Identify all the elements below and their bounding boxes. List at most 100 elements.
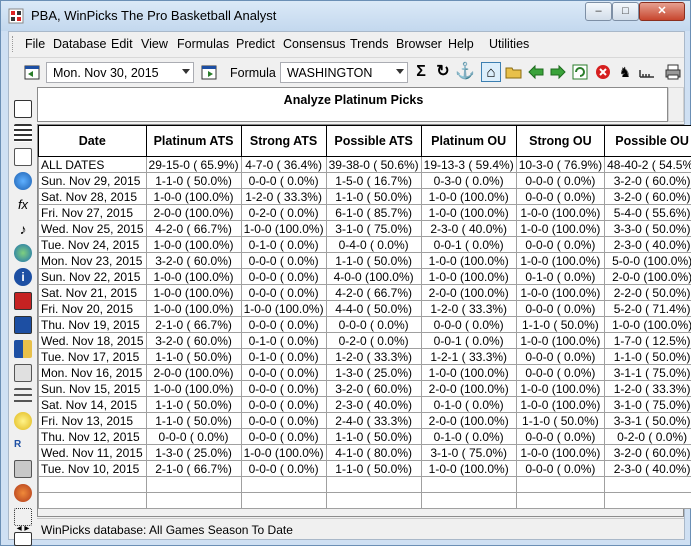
- menu-utilities[interactable]: Utilities: [489, 37, 529, 51]
- table-row[interactable]: Fri. Nov 13, 2015 1-1-0 ( 50.0%) 0-0-0 ( 0…: [38, 412, 691, 429]
- notes-icon[interactable]: [14, 148, 32, 166]
- menu-edit[interactable]: Edit: [111, 37, 133, 51]
- bars-icon[interactable]: [14, 388, 32, 406]
- chevron-down-icon[interactable]: [182, 69, 190, 74]
- status-nav-arrows[interactable]: ◂ ▸: [9, 520, 37, 538]
- table-row[interactable]: Sat. Nov 28, 2015 1-0-0 (100.0%) 1-2-0 ( 3…: [38, 188, 691, 205]
- world-icon[interactable]: [14, 244, 32, 262]
- printer-icon[interactable]: [663, 62, 683, 82]
- table-row[interactable]: Tue. Nov 24, 2015 1-0-0 (100.0%) 0-1-0 ( 0…: [38, 236, 691, 253]
- table-row[interactable]: Mon. Nov 16, 2015 2-0-0 (100.0%) 0-0-0 ( 0…: [38, 364, 691, 381]
- stat-cell: 0-1-0 ( 0.0%): [420, 428, 517, 445]
- open-folder-icon[interactable]: [504, 62, 524, 82]
- stat-cell: 1-0-0 (100.0%): [515, 252, 606, 269]
- recalc-icon[interactable]: [570, 62, 590, 82]
- arrow-right-icon[interactable]: [548, 62, 568, 82]
- column-header[interactable]: Platinum OU: [420, 125, 517, 157]
- page-title: Analyze Platinum Picks: [283, 93, 424, 107]
- formula-combo[interactable]: WASHINGTON: [280, 62, 408, 83]
- table-row[interactable]: Sun. Nov 29, 2015 1-1-0 ( 50.0%) 0-0-0 ( 0…: [38, 172, 691, 189]
- table-row[interactable]: Wed. Nov 11, 2015 1-3-0 ( 25.0%) 1-0-0 (10…: [38, 444, 691, 461]
- ruler-icon[interactable]: [637, 62, 657, 82]
- table-row[interactable]: Sat. Nov 14, 2015 1-1-0 ( 50.0%) 0-0-0 ( 0…: [38, 396, 691, 413]
- globe-icon[interactable]: [14, 172, 32, 190]
- menu-database[interactable]: Database: [53, 37, 107, 51]
- menu-grip[interactable]: [12, 36, 15, 52]
- table-row[interactable]: ALL DATES 29-15-0 ( 65.9%) 4-7-0 ( 36.4%) 3…: [38, 156, 691, 173]
- table-row[interactable]: Sun. Nov 15, 2015 1-0-0 (100.0%) 0-0-0 ( 0…: [38, 380, 691, 397]
- anchor-icon[interactable]: ⚓: [455, 62, 475, 82]
- menu-formulas[interactable]: Formulas: [177, 37, 229, 51]
- tools-icon[interactable]: [14, 460, 32, 478]
- basketball-icon[interactable]: [14, 484, 32, 502]
- menu-trends[interactable]: Trends: [350, 37, 388, 51]
- calendar-forward-icon[interactable]: [199, 62, 219, 82]
- table-row[interactable]: Wed. Nov 18, 2015 3-2-0 ( 60.0%) 0-1-0 ( 0…: [38, 332, 691, 349]
- function-icon[interactable]: fx: [14, 196, 32, 214]
- stop-icon[interactable]: [593, 62, 613, 82]
- stat-cell: 0-0-1 ( 0.0%): [420, 332, 517, 349]
- wizard-icon[interactable]: ♞: [615, 62, 635, 82]
- minimize-button[interactable]: –: [585, 2, 612, 21]
- header-scrollbar[interactable]: [668, 87, 684, 122]
- table-row[interactable]: Thu. Nov 19, 2015 2-1-0 ( 66.7%) 0-0-0 ( 0…: [38, 316, 691, 333]
- table-row[interactable]: Fri. Nov 27, 2015 2-0-0 (100.0%) 0-2-0 ( 0…: [38, 204, 691, 221]
- stat-cell: 3-2-0 ( 60.0%): [145, 252, 242, 269]
- arrow-left-icon[interactable]: [526, 62, 546, 82]
- menu-consensus[interactable]: Consensus: [283, 37, 346, 51]
- filter-icon[interactable]: [14, 364, 32, 382]
- chart-icon[interactable]: [14, 340, 32, 358]
- stat-cell: 0-0-0 ( 0.0%): [240, 364, 327, 381]
- title-bar[interactable]: PBA, WinPicks The Pro Basketball Analyst…: [1, 1, 690, 31]
- menu-browser[interactable]: Browser: [396, 37, 442, 51]
- menu-view[interactable]: View: [141, 37, 168, 51]
- table-row[interactable]: Thu. Nov 12, 2015 0-0-0 ( 0.0%) 0-0-0 ( 0.…: [38, 428, 691, 445]
- music-icon[interactable]: ♪: [14, 220, 32, 238]
- stat-cell: 3-1-0 ( 75.0%): [604, 396, 691, 413]
- table-row[interactable]: Sat. Nov 21, 2015 1-0-0 (100.0%) 0-0-0 ( 0…: [38, 284, 691, 301]
- chevron-down-icon[interactable]: [396, 69, 404, 74]
- column-header[interactable]: Strong OU: [515, 125, 606, 157]
- close-button[interactable]: ✕: [639, 2, 685, 21]
- stat-cell: 1-0-0 (100.0%): [145, 380, 242, 397]
- stats-icon[interactable]: [14, 316, 32, 334]
- stat-cell: 3-1-1 ( 75.0%): [604, 364, 691, 381]
- calendar-back-icon[interactable]: [22, 62, 42, 82]
- table-row[interactable]: Tue. Nov 17, 2015 1-1-0 ( 50.0%) 0-1-0 ( 0…: [38, 348, 691, 365]
- table-row[interactable]: Sun. Nov 22, 2015 1-0-0 (100.0%) 0-0-0 ( 0…: [38, 268, 691, 285]
- bulb-icon[interactable]: [14, 412, 32, 430]
- date-combo[interactable]: Mon. Nov 30, 2015: [46, 62, 194, 83]
- menu-help[interactable]: Help: [448, 37, 474, 51]
- maximize-button[interactable]: □: [612, 2, 639, 21]
- menu-file[interactable]: File: [25, 37, 45, 51]
- row-date-cell: Sat. Nov 14, 2015: [38, 396, 147, 413]
- row-date-cell: Tue. Nov 24, 2015: [38, 236, 147, 253]
- row-date-cell: Fri. Nov 27, 2015: [38, 204, 147, 221]
- scoreboard-icon[interactable]: [14, 100, 32, 118]
- table-row[interactable]: Mon. Nov 23, 2015 3-2-0 ( 60.0%) 0-0-0 ( 0…: [38, 252, 691, 269]
- refresh-icon[interactable]: ↻: [433, 62, 453, 82]
- stat-cell: 2-0-0 (100.0%): [420, 412, 517, 429]
- home-icon[interactable]: ⌂: [481, 62, 501, 82]
- stat-cell: 1-1-0 ( 50.0%): [145, 412, 242, 429]
- column-header[interactable]: Possible OU: [604, 125, 691, 157]
- table-row[interactable]: Tue. Nov 10, 2015 2-1-0 ( 66.7%) 0-0-0 ( 0…: [38, 460, 691, 477]
- column-header[interactable]: Possible ATS: [325, 125, 422, 157]
- info-icon[interactable]: i: [14, 268, 32, 286]
- stat-cell: 0-2-0 ( 0.0%): [604, 428, 691, 445]
- stat-cell: 1-1-0 ( 50.0%): [325, 460, 422, 477]
- rpl-icon[interactable]: R: [14, 436, 32, 454]
- column-header[interactable]: Date: [38, 125, 147, 157]
- menu-predict[interactable]: Predict: [236, 37, 275, 51]
- book-icon[interactable]: [14, 292, 32, 310]
- stat-cell: 1-0-0 (100.0%): [515, 444, 606, 461]
- table-row[interactable]: Fri. Nov 20, 2015 1-0-0 (100.0%) 1-0-0 (10…: [38, 300, 691, 317]
- stat-cell: 1-1-0 ( 50.0%): [145, 172, 242, 189]
- header-panel: Analyze Platinum Picks: [37, 87, 668, 122]
- window-title: PBA, WinPicks The Pro Basketball Analyst: [31, 8, 277, 23]
- column-header[interactable]: Strong ATS: [240, 125, 327, 157]
- list-icon[interactable]: [14, 124, 32, 142]
- column-header[interactable]: Platinum ATS: [145, 125, 242, 157]
- sigma-icon[interactable]: Σ: [411, 62, 431, 82]
- table-row[interactable]: Wed. Nov 25, 2015 4-2-0 ( 66.7%) 1-0-0 (10…: [38, 220, 691, 237]
